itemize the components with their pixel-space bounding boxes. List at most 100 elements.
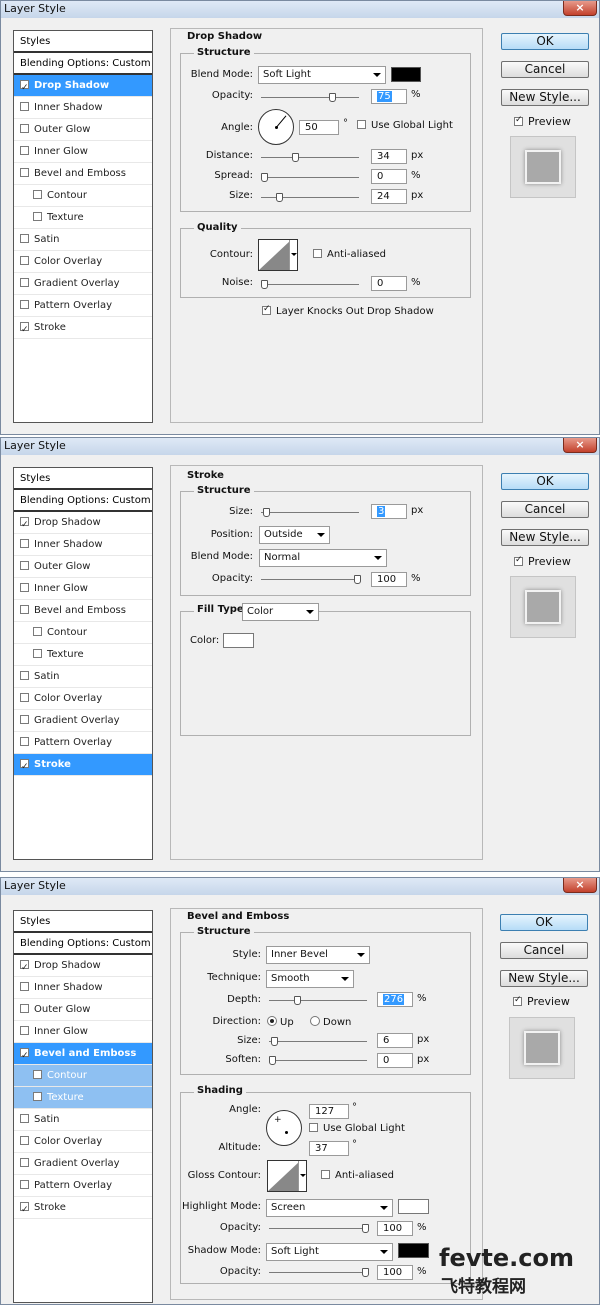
- blending-options-item[interactable]: Blending Options: Custom: [14, 490, 152, 512]
- depth-slider-thumb[interactable]: [294, 996, 301, 1005]
- size-slider[interactable]: [261, 508, 359, 517]
- angle-input[interactable]: 127: [309, 1104, 349, 1119]
- direction-up-radio[interactable]: Up: [267, 1016, 294, 1028]
- checkbox-icon[interactable]: [33, 627, 42, 636]
- preview-checkbox[interactable]: Preview: [514, 115, 571, 128]
- distance-slider[interactable]: [261, 153, 359, 162]
- checkbox-icon[interactable]: [20, 278, 29, 287]
- style-item-bevel-and-emboss[interactable]: Bevel and Emboss: [14, 600, 152, 622]
- opacity-slider-thumb[interactable]: [329, 93, 336, 102]
- style-item-gradient-overlay[interactable]: Gradient Overlay: [14, 273, 152, 295]
- style-item-inner-glow[interactable]: Inner Glow: [14, 1021, 152, 1043]
- size-input[interactable]: 6: [377, 1033, 413, 1048]
- checkbox-icon[interactable]: [20, 146, 29, 155]
- style-item-bevel-and-emboss[interactable]: Bevel and Emboss: [14, 163, 152, 185]
- chevron-down-icon[interactable]: [289, 240, 297, 270]
- style-item-drop-shadow[interactable]: Drop Shadow: [14, 512, 152, 536]
- blending-options-item[interactable]: Blending Options: Custom: [14, 53, 152, 75]
- shadow-opacity-slider-thumb[interactable]: [362, 1268, 369, 1277]
- blending-options-item[interactable]: Blending Options: Custom: [14, 933, 152, 955]
- checkbox-icon[interactable]: [20, 320, 29, 341]
- style-item-inner-shadow[interactable]: Inner Shadow: [14, 534, 152, 556]
- size-slider[interactable]: [261, 193, 359, 202]
- cancel-button[interactable]: Cancel: [501, 501, 589, 518]
- checkbox-icon[interactable]: [20, 1026, 29, 1035]
- close-icon[interactable]: ×: [563, 438, 597, 453]
- checkbox-icon[interactable]: [20, 234, 29, 243]
- use-global-light-checkbox[interactable]: Use Global Light: [309, 1123, 405, 1134]
- close-icon[interactable]: ×: [563, 1, 597, 16]
- checkbox-icon[interactable]: [20, 1004, 29, 1013]
- noise-slider[interactable]: [261, 280, 359, 289]
- anti-aliased-checkbox[interactable]: Anti-aliased: [321, 1170, 394, 1181]
- technique-select[interactable]: Smooth: [266, 970, 354, 988]
- checkbox-icon[interactable]: [20, 561, 29, 570]
- style-item-drop-shadow[interactable]: Drop Shadow: [14, 75, 152, 99]
- style-item-stroke[interactable]: Stroke: [14, 754, 152, 778]
- use-global-light-checkbox[interactable]: Use Global Light: [357, 120, 453, 131]
- new-style-button[interactable]: New Style...: [501, 89, 589, 106]
- highlight-mode-select[interactable]: Screen: [266, 1199, 393, 1217]
- checkbox-icon[interactable]: [20, 124, 29, 133]
- style-item-bevel-and-emboss[interactable]: Bevel and Emboss: [14, 1043, 152, 1067]
- highlight-opacity-slider[interactable]: [269, 1224, 369, 1233]
- knocks-out-checkbox[interactable]: Layer Knocks Out Drop Shadow: [262, 304, 434, 317]
- checkbox-icon[interactable]: [20, 605, 29, 614]
- preview-checkbox[interactable]: Preview: [513, 995, 570, 1008]
- angle-input[interactable]: 50: [299, 120, 339, 135]
- style-item-inner-shadow[interactable]: Inner Shadow: [14, 97, 152, 119]
- blend-mode-select[interactable]: Normal: [259, 549, 387, 567]
- new-style-button[interactable]: New Style...: [501, 529, 589, 546]
- style-item-contour[interactable]: Contour: [14, 622, 152, 644]
- checkbox-icon[interactable]: [20, 715, 29, 724]
- shadow-color-swatch[interactable]: [391, 67, 421, 82]
- size-slider[interactable]: [269, 1037, 367, 1046]
- style-item-gradient-overlay[interactable]: Gradient Overlay: [14, 1153, 152, 1175]
- size-slider-thumb[interactable]: [276, 193, 283, 202]
- style-item-outer-glow[interactable]: Outer Glow: [14, 119, 152, 141]
- cancel-button[interactable]: Cancel: [500, 942, 588, 959]
- size-slider-thumb[interactable]: [263, 508, 270, 517]
- opacity-input[interactable]: 75: [371, 89, 407, 104]
- style-item-drop-shadow[interactable]: Drop Shadow: [14, 955, 152, 979]
- checkbox-icon[interactable]: [20, 1180, 29, 1189]
- style-item-pattern-overlay[interactable]: Pattern Overlay: [14, 732, 152, 754]
- checkbox-icon[interactable]: [20, 300, 29, 309]
- depth-slider[interactable]: [269, 996, 367, 1005]
- checkbox-icon[interactable]: [20, 1046, 29, 1067]
- spread-input[interactable]: 0: [371, 169, 407, 184]
- chevron-down-icon[interactable]: [298, 1161, 306, 1191]
- shadow-color-swatch[interactable]: [398, 1243, 429, 1258]
- style-select[interactable]: Inner Bevel: [266, 946, 370, 964]
- style-item-inner-glow[interactable]: Inner Glow: [14, 141, 152, 163]
- checkbox-icon[interactable]: [20, 1114, 29, 1123]
- checkbox-icon[interactable]: [20, 1200, 29, 1221]
- cancel-button[interactable]: Cancel: [501, 61, 589, 78]
- style-item-stroke[interactable]: Stroke: [14, 1197, 152, 1221]
- style-item-color-overlay[interactable]: Color Overlay: [14, 251, 152, 273]
- ok-button[interactable]: OK: [501, 33, 589, 50]
- checkbox-icon[interactable]: [33, 212, 42, 221]
- checkbox-icon[interactable]: [20, 78, 29, 99]
- highlight-opacity-input[interactable]: 100: [377, 1221, 413, 1236]
- shadow-mode-select[interactable]: Soft Light: [266, 1243, 393, 1261]
- shadow-opacity-input[interactable]: 100: [377, 1265, 413, 1280]
- checkbox-icon[interactable]: [20, 1136, 29, 1145]
- style-item-contour[interactable]: Contour: [14, 1065, 152, 1087]
- gloss-contour-picker[interactable]: [267, 1160, 307, 1192]
- spread-slider-thumb[interactable]: [261, 173, 268, 182]
- position-select[interactable]: Outside: [259, 526, 330, 544]
- ok-button[interactable]: OK: [500, 914, 588, 931]
- title-bar[interactable]: Layer Style ×: [1, 438, 599, 455]
- style-item-satin[interactable]: Satin: [14, 666, 152, 688]
- checkbox-icon[interactable]: [20, 693, 29, 702]
- size-input[interactable]: 3: [371, 504, 407, 519]
- fill-type-select[interactable]: Color: [242, 603, 319, 621]
- checkbox-icon[interactable]: [20, 982, 29, 991]
- soften-slider-thumb[interactable]: [269, 1056, 276, 1065]
- style-item-satin[interactable]: Satin: [14, 1109, 152, 1131]
- blend-mode-select[interactable]: Soft Light: [258, 66, 386, 84]
- noise-input[interactable]: 0: [371, 276, 407, 291]
- title-bar[interactable]: Layer Style ×: [1, 878, 599, 895]
- style-item-inner-glow[interactable]: Inner Glow: [14, 578, 152, 600]
